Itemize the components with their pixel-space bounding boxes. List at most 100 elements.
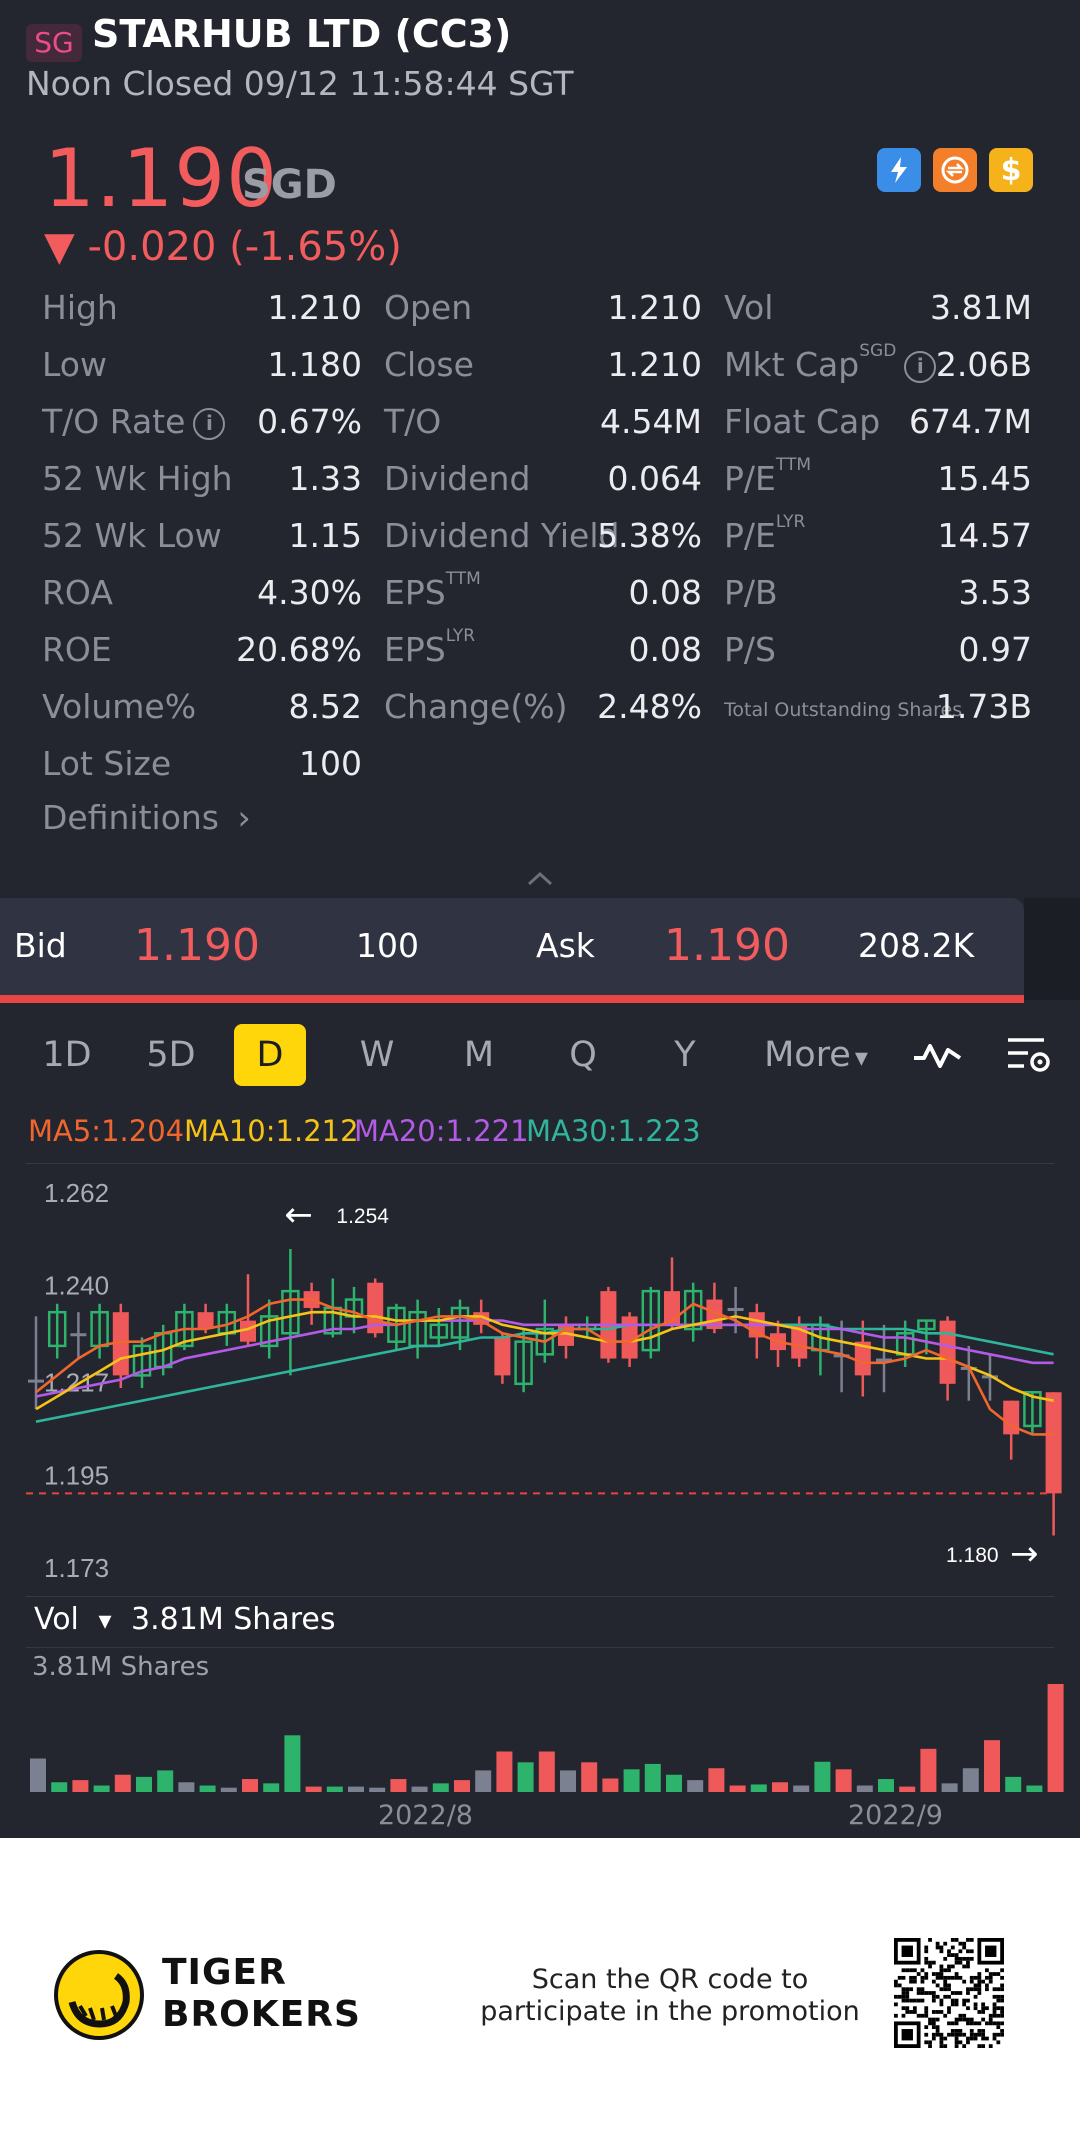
qr-module: [901, 2013, 906, 2018]
qr-module: [935, 1941, 940, 1946]
qr-module: [894, 1983, 898, 1988]
indicator-wave-icon[interactable]: [912, 1036, 962, 1074]
qr-module: [966, 1964, 970, 1969]
qr-module: [935, 2010, 940, 2014]
stat-label-p-s: P/S: [724, 630, 776, 669]
qr-module: [939, 1968, 944, 1973]
qr-module: [977, 2044, 982, 2048]
stat-label-mkt-cap-sgd[interactable]: Mkt CapSGD i: [724, 341, 937, 384]
volume-bar: [772, 1782, 788, 1792]
tab-y[interactable]: Y: [646, 1024, 724, 1086]
qr-module: [943, 1968, 948, 1973]
stat-label-superscript: TTM: [775, 455, 812, 475]
qr-module: [950, 1953, 955, 1957]
volume-bar: [51, 1782, 68, 1792]
qr-module: [966, 1949, 970, 1954]
qr-module: [992, 2006, 997, 2011]
qr-module: [928, 1960, 932, 1965]
qr-module: [935, 2025, 940, 2030]
qr-module: [958, 2029, 963, 2033]
qr-module: [996, 2013, 1001, 2018]
volume-bar: [750, 1784, 767, 1792]
qr-module: [928, 2040, 932, 2045]
candlestick-chart[interactable]: 1.2621.2401.2171.1951.173← 1.2541.180 →: [0, 1164, 1080, 1594]
stat-value: 1.210: [607, 288, 702, 327]
qr-module: [939, 2044, 944, 2048]
stat-value: 2.06B: [935, 345, 1032, 384]
stat-value: 100: [299, 744, 362, 783]
qr-module: [954, 1953, 959, 1957]
y-axis-tick-label: 1.173: [44, 1553, 109, 1583]
qr-module: [924, 1945, 929, 1950]
chart-settings-icon[interactable]: [1004, 1034, 1054, 1076]
volume-indicator-selector[interactable]: Vol ▾ 3.81M Shares: [34, 1602, 335, 1637]
qr-module: [996, 2032, 1001, 2037]
collapse-chevron-up-icon[interactable]: [526, 870, 554, 886]
qr-module: [985, 2006, 989, 2011]
volume-bar: [581, 1762, 598, 1792]
stat-label-52-wk-high: 52 Wk High: [42, 459, 233, 498]
stat-value: 20.68%: [236, 630, 362, 669]
volume-bar: [157, 1770, 174, 1792]
stat-label-vol: Vol: [724, 288, 773, 327]
qr-module: [897, 1983, 902, 1988]
tiger-logo-icon: [54, 1950, 144, 2040]
qr-module: [935, 1945, 940, 1950]
qr-module: [939, 2032, 944, 2037]
qr-module: [981, 1979, 986, 1984]
exchange-badge-icon[interactable]: [933, 148, 977, 192]
volume-chart[interactable]: [0, 1650, 1080, 1796]
qr-module: [935, 1994, 940, 1999]
qr-module: [928, 2017, 932, 2022]
qr-module: [969, 2021, 974, 2026]
qr-module: [958, 1949, 963, 1954]
tab-q[interactable]: Q: [544, 1024, 622, 1086]
stat-value: 1.73B: [935, 687, 1032, 726]
qr-code[interactable]: [894, 1938, 1004, 2048]
info-icon[interactable]: i: [904, 350, 937, 383]
more-dropdown[interactable]: More ▾: [752, 1024, 880, 1086]
dollar-badge-icon[interactable]: $: [989, 148, 1033, 192]
tab-5d[interactable]: 5D: [132, 1024, 210, 1086]
qr-module: [939, 2040, 944, 2045]
qr-module: [950, 2029, 955, 2033]
tab-m[interactable]: M: [440, 1024, 518, 1086]
definitions-link[interactable]: Definitions ›: [42, 798, 251, 837]
qr-module: [1000, 2021, 1004, 2026]
tab-1d[interactable]: 1D: [28, 1024, 106, 1086]
qr-module: [969, 2017, 974, 2022]
qr-module: [897, 1994, 902, 1999]
stat-label-text: ROE: [42, 630, 112, 669]
qr-module: [912, 1998, 917, 2003]
stat-label-t-o-rate[interactable]: T/O Rate i: [42, 402, 226, 441]
qr-module: [992, 2010, 997, 2014]
qr-module: [969, 1938, 974, 1942]
stat-label-change-: Change(%): [384, 687, 567, 726]
volume-bar: [602, 1778, 619, 1792]
tab-w[interactable]: W: [338, 1024, 416, 1086]
qr-module: [928, 2021, 932, 2026]
qr-module: [943, 1983, 948, 1988]
volume-bar: [1026, 1785, 1043, 1792]
volume-bar: [962, 1768, 979, 1792]
info-icon[interactable]: i: [193, 407, 226, 440]
market-status: Noon Closed 09/12 11:58:44 SGT: [26, 64, 574, 103]
stat-label-eps-ttm: EPSTTM: [384, 569, 481, 612]
qr-module: [954, 2036, 959, 2041]
volume-bar: [560, 1770, 576, 1792]
qr-module: [947, 1983, 951, 1988]
brand-line-2: BROKERS: [162, 1994, 361, 2035]
stat-label-52-wk-low: 52 Wk Low: [42, 516, 222, 555]
stat-label-text: Float Cap: [724, 402, 881, 441]
stat-label-text: EPS: [384, 630, 446, 669]
volume-bar: [941, 1783, 958, 1792]
qr-module: [966, 1998, 970, 2003]
qr-module: [962, 1941, 967, 1946]
stat-value: 1.210: [607, 345, 702, 384]
stat-label-close: Close: [384, 345, 474, 384]
lightning-badge-icon[interactable]: [877, 148, 921, 192]
stat-value: 2.48%: [597, 687, 702, 726]
qr-module: [969, 1975, 974, 1980]
qr-module: [901, 1998, 906, 2003]
tab-d[interactable]: D: [234, 1024, 306, 1086]
